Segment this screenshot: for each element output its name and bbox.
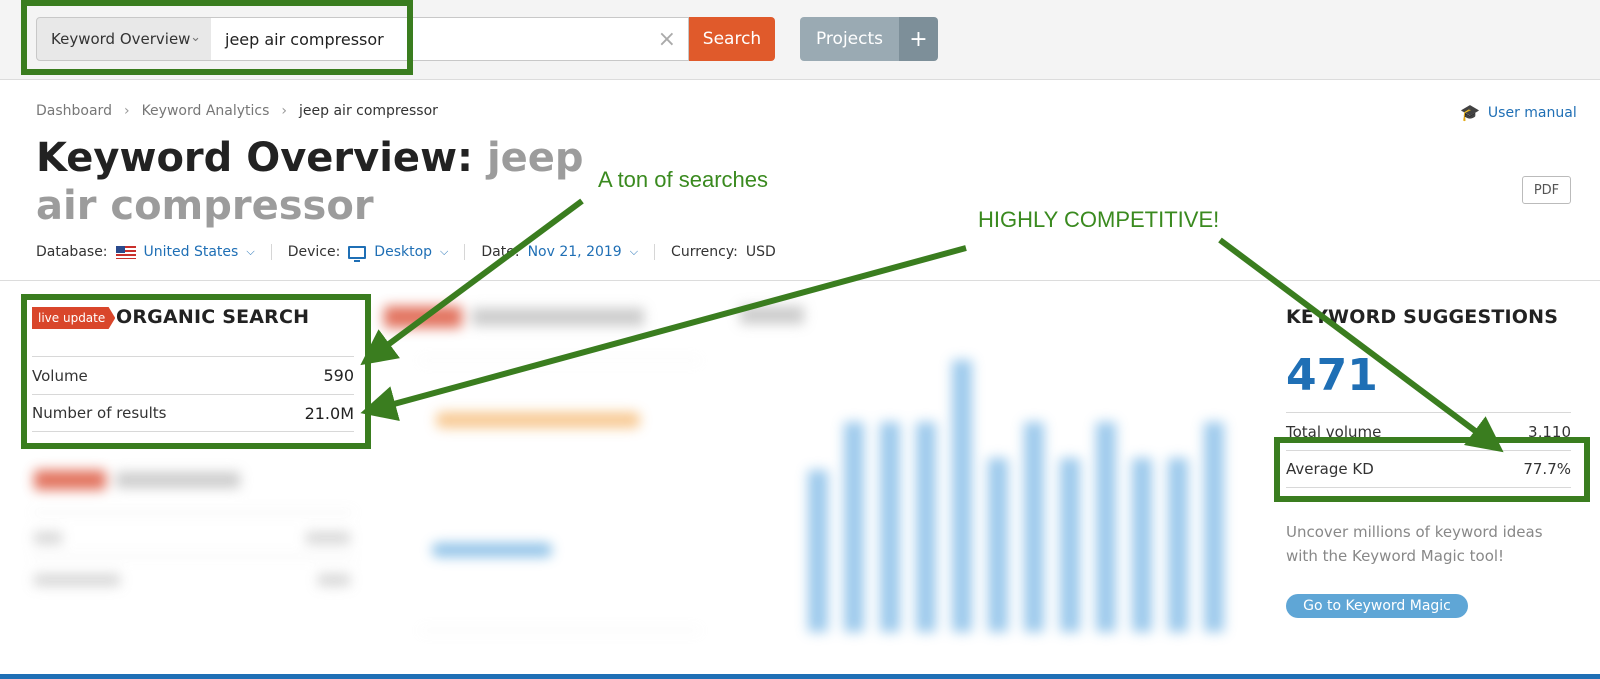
page-title-prefix: Keyword Overview:	[36, 135, 474, 181]
chevron-down-icon: ⌵	[440, 245, 449, 258]
arrow-to-results	[360, 245, 967, 422]
add-project-button[interactable]: +	[899, 17, 938, 61]
graduation-cap-icon: 🎓	[1460, 103, 1480, 122]
trend-bar	[880, 422, 900, 632]
currency-filter: Currency: USD	[671, 244, 792, 260]
annotation-box-search	[21, 0, 413, 75]
keyword-magic-promo: Uncover millions of keyword ideas with t…	[1286, 523, 1543, 565]
annotation-text-competitive: HIGHLY COMPETITIVE!	[978, 207, 1220, 232]
device-label: Device:	[287, 244, 341, 260]
projects-button[interactable]: Projects	[800, 17, 899, 61]
bottom-accent-bar	[0, 674, 1600, 679]
keyword-suggestions-title: KEYWORD SUGGESTIONS	[1286, 306, 1559, 328]
chevron-right-icon: ›	[123, 103, 130, 119]
trend-bar	[1024, 422, 1044, 632]
breadcrumb-keyword-analytics[interactable]: Keyword Analytics	[142, 103, 270, 119]
chevron-down-icon: ⌵	[629, 245, 639, 258]
trend-bar	[1060, 458, 1080, 632]
database-filter: Database: United States ⌵	[36, 244, 272, 260]
device-filter: Device: Desktop ⌵	[287, 244, 466, 262]
search-button[interactable]: Search	[689, 17, 775, 61]
desktop-icon	[348, 245, 367, 262]
trend-bar	[988, 458, 1008, 632]
keyword-overview-page: Keyword Overview ⌄ jeep air compressor ×…	[0, 0, 1600, 679]
currency-value: USD	[745, 244, 776, 260]
database-dropdown[interactable]: United States	[144, 244, 239, 260]
clear-icon[interactable]: ×	[658, 27, 676, 52]
annotation-box-kd	[1274, 437, 1590, 502]
annotation-text-searches: A ton of searches	[598, 167, 768, 192]
currency-label: Currency:	[671, 244, 738, 260]
trend-bar	[844, 422, 864, 632]
suggestions-count[interactable]: 471	[1286, 350, 1378, 401]
us-flag-icon	[115, 245, 136, 259]
database-label: Database:	[36, 244, 108, 260]
header-divider	[0, 280, 1600, 281]
pdf-export-button[interactable]: PDF	[1522, 176, 1571, 204]
breadcrumb-dashboard[interactable]: Dashboard	[36, 103, 112, 119]
trend-bar	[916, 422, 936, 632]
trend-bar	[808, 470, 828, 632]
page-title: Keyword Overview: jeep air compressor	[36, 134, 596, 230]
filter-bar: Database: United States ⌵ Device: Deskto…	[36, 240, 808, 264]
trend-bar	[1168, 458, 1188, 632]
breadcrumb: Dashboard › Keyword Analytics › jeep air…	[36, 103, 438, 119]
trend-bar	[952, 360, 972, 632]
trend-bar	[1096, 422, 1116, 632]
user-manual-link[interactable]: 🎓 User manual	[1460, 103, 1577, 122]
date-label: Date:	[481, 244, 520, 260]
annotation-box-organic	[21, 294, 371, 449]
user-manual-label: User manual	[1487, 104, 1577, 121]
chevron-down-icon: ⌵	[246, 245, 255, 258]
device-dropdown[interactable]: Desktop	[374, 244, 432, 260]
trend-bar	[1132, 458, 1152, 632]
trend-bar	[1204, 422, 1224, 632]
date-dropdown[interactable]: Nov 21, 2019	[528, 244, 622, 260]
breadcrumb-current: jeep air compressor	[299, 103, 438, 119]
go-to-keyword-magic-button[interactable]: Go to Keyword Magic	[1286, 594, 1468, 618]
date-filter: Date: Nov 21, 2019 ⌵	[481, 244, 656, 260]
chevron-right-icon: ›	[281, 103, 288, 119]
